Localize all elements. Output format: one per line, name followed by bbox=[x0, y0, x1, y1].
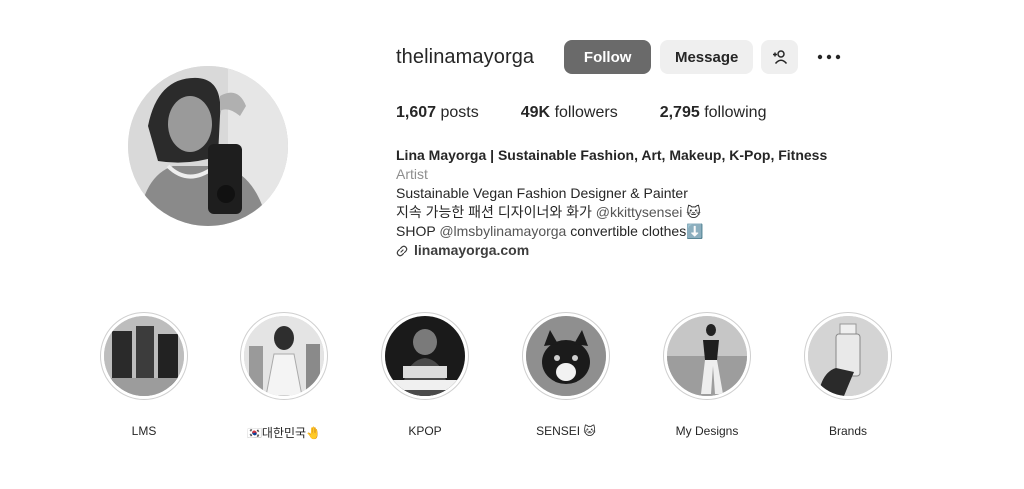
bio-line-3: SHOP @lmsbylinamayorga convertible cloth… bbox=[396, 222, 956, 241]
more-options-icon bbox=[817, 54, 841, 60]
highlight-cover bbox=[808, 316, 888, 396]
highlight-label: LMS bbox=[131, 424, 157, 438]
highlight-lms[interactable]: LMS bbox=[94, 312, 194, 438]
highlight-ring bbox=[663, 312, 751, 400]
highlight-ring bbox=[804, 312, 892, 400]
highlight-label: My Designs bbox=[675, 424, 739, 438]
followers-count: 49K bbox=[520, 104, 551, 121]
bio-name: Lina Mayorga | Sustainable Fashion, Art,… bbox=[396, 147, 828, 163]
posts-label: posts bbox=[440, 104, 479, 121]
highlight-label: SENSEI 🐱 bbox=[536, 424, 596, 438]
bio-line-2-text: 지속 가능한 패션 디자이너와 화가 bbox=[396, 204, 596, 220]
website-link-text: linamayorga.com bbox=[414, 242, 530, 258]
following-stat[interactable]: 2,795 following bbox=[660, 104, 767, 122]
following-label: following bbox=[704, 104, 767, 121]
bio-line-3-suffix: convertible clothes⬇️ bbox=[566, 223, 704, 239]
highlight-ring bbox=[100, 312, 188, 400]
cat-emoji: 🐱 bbox=[682, 204, 701, 220]
link-icon bbox=[396, 245, 408, 256]
followers-stat[interactable]: 49K followers bbox=[521, 104, 618, 122]
add-user-icon bbox=[772, 50, 787, 65]
highlight-cover bbox=[244, 316, 324, 396]
highlight-my-designs[interactable]: My Designs bbox=[657, 312, 757, 438]
bio-website-link[interactable]: linamayorga.com bbox=[396, 241, 956, 260]
highlight-label: 🇰🇷대한민국🤚 bbox=[246, 426, 322, 440]
bio-line-1: Sustainable Vegan Fashion Designer & Pai… bbox=[396, 185, 688, 201]
followers-label: followers bbox=[554, 104, 618, 121]
follow-button[interactable]: Follow bbox=[564, 40, 652, 74]
bio-category: Artist bbox=[396, 166, 428, 182]
profile-page: thelinamayorga Follow Message 1,607 post… bbox=[0, 0, 1024, 489]
highlight-ring bbox=[381, 312, 469, 400]
highlight-label: Brands bbox=[828, 424, 868, 438]
highlight-label: KPOP bbox=[408, 424, 442, 438]
highlight-cover bbox=[385, 316, 465, 396]
message-button[interactable]: Message bbox=[660, 40, 754, 74]
username: thelinamayorga bbox=[396, 45, 535, 68]
bio-line-2: 지속 가능한 패션 디자이너와 화가 @kkittysensei 🐱 bbox=[396, 203, 956, 222]
profile-avatar[interactable] bbox=[128, 66, 288, 226]
profile-stats: 1,607 posts 49K followers 2,795 followin… bbox=[396, 104, 808, 122]
following-count: 2,795 bbox=[659, 104, 700, 121]
bio-line-3-prefix: SHOP bbox=[396, 223, 440, 239]
more-options-button[interactable] bbox=[814, 40, 844, 74]
avatar-photo bbox=[128, 66, 288, 226]
profile-header: thelinamayorga Follow Message bbox=[396, 40, 844, 74]
profile-bio: Lina Mayorga | Sustainable Fashion, Art,… bbox=[396, 146, 956, 260]
bio-mention-kkittysensei[interactable]: @kkittysensei bbox=[596, 204, 683, 220]
bio-mention-lmsbylinamayorga[interactable]: @lmsbylinamayorga bbox=[439, 223, 566, 239]
highlight-sensei[interactable]: SENSEI 🐱 bbox=[516, 312, 616, 438]
highlight-korea[interactable]: 🇰🇷대한민국🤚 bbox=[234, 312, 334, 441]
highlight-kpop[interactable]: KPOP bbox=[375, 312, 475, 438]
highlight-cover bbox=[526, 316, 606, 396]
highlight-ring bbox=[522, 312, 610, 400]
highlight-brands[interactable]: Brands bbox=[798, 312, 898, 438]
posts-count: 1,607 bbox=[396, 104, 437, 121]
highlight-ring bbox=[240, 312, 328, 400]
highlight-cover bbox=[667, 316, 747, 396]
suggest-accounts-button[interactable] bbox=[761, 40, 799, 74]
posts-stat: 1,607 posts bbox=[396, 104, 479, 122]
highlight-cover bbox=[104, 316, 184, 396]
